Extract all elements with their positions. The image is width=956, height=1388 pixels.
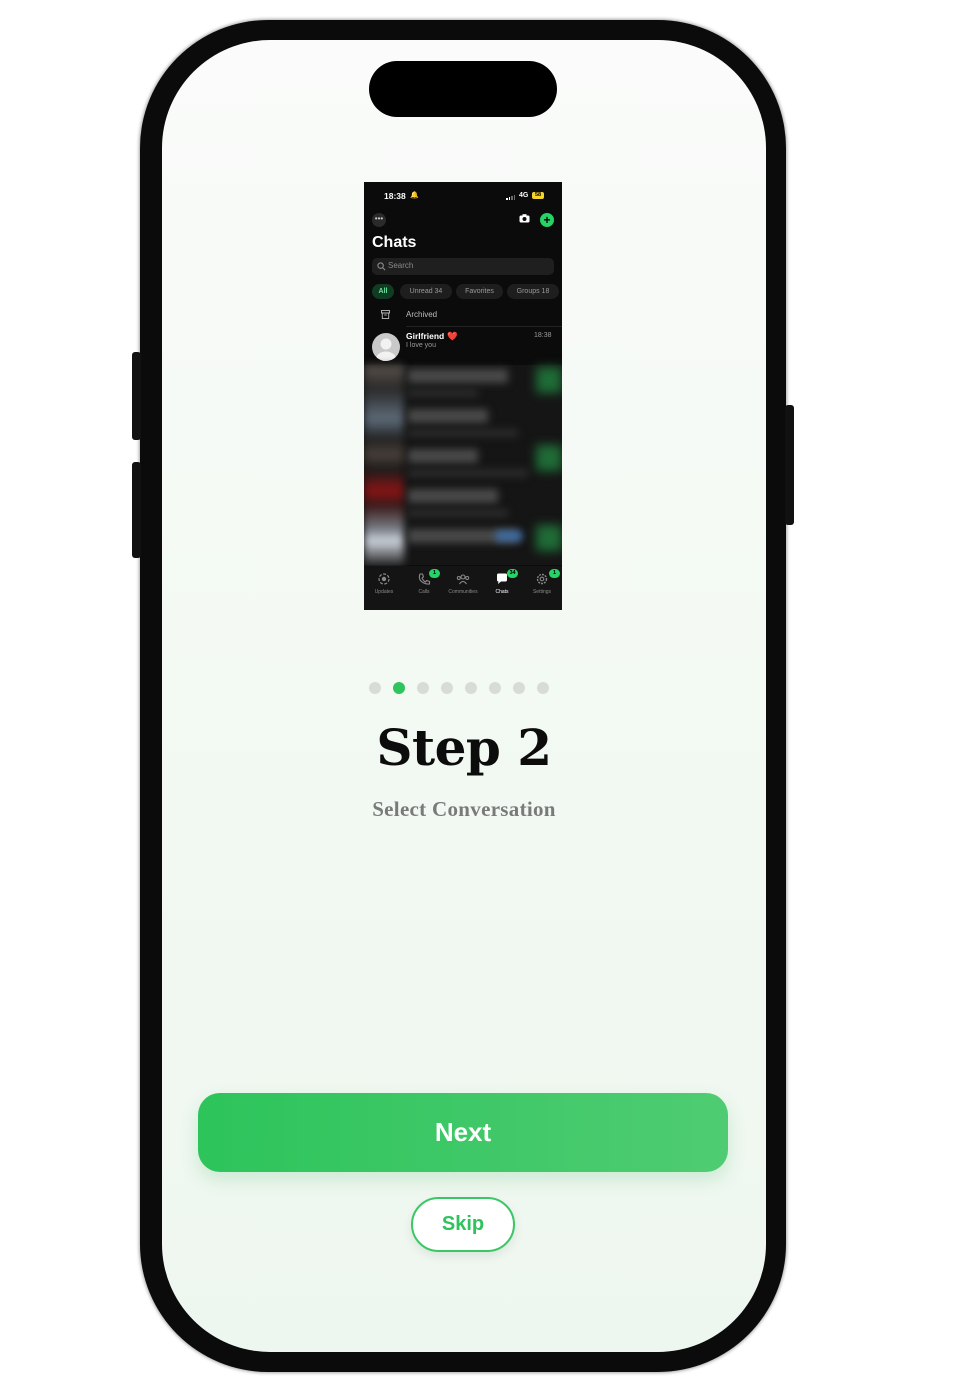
divider: [406, 326, 562, 327]
phone-screen: 18:38 🔔 4G 58 ••• + Chats Search All Unr…: [162, 40, 766, 1352]
settings-badge: 1: [549, 569, 560, 578]
tab-settings: 1 Settings: [523, 569, 561, 595]
page-indicator: [369, 682, 549, 694]
silent-switch: [132, 352, 141, 440]
calls-badge: 1: [429, 569, 440, 578]
tab-updates: Updates: [365, 572, 403, 595]
skip-button[interactable]: Skip: [411, 1197, 515, 1252]
gear-icon: [536, 573, 548, 585]
step-title: Step 2: [376, 718, 552, 777]
volume-down-button: [132, 462, 141, 558]
page-dot: [465, 682, 477, 694]
tab-chats: 34 Chats: [483, 569, 521, 595]
archived-label: Archived: [406, 310, 438, 319]
chat-name: Girlfriend: [406, 331, 445, 341]
blurred-chat-list: [364, 365, 562, 565]
page-dot: [441, 682, 453, 694]
tab-bar: Updates 1 Calls Communities 34 Chats 1 S…: [364, 566, 562, 610]
page-dot: [417, 682, 429, 694]
tab-communities: Communities: [444, 572, 482, 595]
tutorial-screenshot: 18:38 🔔 4G 58 ••• + Chats Search All Unr…: [364, 182, 562, 610]
page-dot: [537, 682, 549, 694]
page-dot-active: [393, 682, 405, 694]
power-button: [785, 405, 794, 525]
page-dot: [369, 682, 381, 694]
search-icon: [377, 262, 386, 271]
search-bar: Search: [372, 258, 554, 275]
communities-icon: [456, 574, 470, 585]
more-options-icon: •••: [372, 213, 386, 227]
new-chat-icon: +: [540, 213, 554, 227]
chats-badge: 34: [507, 569, 518, 578]
filter-chip-groups: Groups 18: [507, 284, 559, 299]
network-type: 4G: [519, 192, 529, 199]
heart-emoji: ❤️: [447, 331, 458, 341]
filter-chip-unread: Unread 34: [400, 284, 452, 299]
page-dot: [489, 682, 501, 694]
chats-title: Chats: [372, 234, 417, 251]
updates-icon: [378, 573, 390, 585]
search-placeholder: Search: [388, 261, 414, 270]
step-subtitle: Select Conversation: [372, 797, 556, 821]
next-button[interactable]: Next: [198, 1093, 728, 1172]
chat-time: 18:38: [534, 332, 552, 339]
mute-bell-icon: 🔔: [410, 192, 419, 199]
signal-icon: [506, 195, 516, 200]
chat-message: I love you: [406, 342, 436, 349]
avatar: [372, 333, 400, 361]
filter-chip-all: All: [372, 284, 394, 299]
dynamic-island: [369, 61, 557, 117]
status-time: 18:38: [384, 191, 406, 201]
archive-icon: [381, 310, 390, 319]
camera-icon: [519, 214, 530, 223]
default-avatar-icon: [376, 338, 396, 361]
battery-icon: 58: [532, 192, 544, 199]
tab-calls: 1 Calls: [405, 569, 443, 595]
page-dot: [513, 682, 525, 694]
filter-chip-favorites: Favorites: [456, 284, 503, 299]
